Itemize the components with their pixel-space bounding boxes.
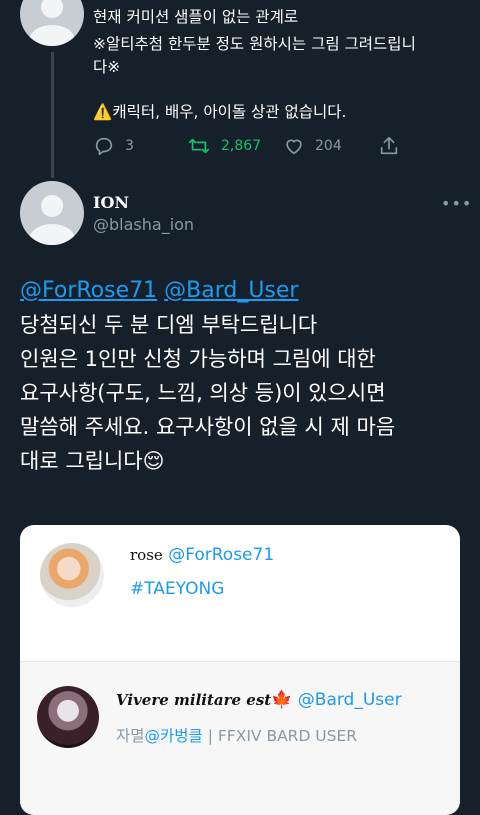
heart-icon (286, 139, 302, 155)
tweet-line-1: 당첨되신 두 분 디엠 부탁드립니다 (20, 313, 318, 337)
prev-tweet-line-1: 현재 커미션 샘플이 없는 관계로 (93, 8, 299, 26)
share-icon (380, 136, 398, 155)
share-button[interactable] (378, 135, 410, 157)
prev-tweet-line-2: ※알티추첨 한두분 정도 원하시는 그림 그려드립니 (93, 35, 416, 53)
user-preview-card: rose @ForRose71 #TAEYONG Vivere militare… (20, 525, 460, 815)
bard-avatar[interactable] (37, 686, 99, 748)
prev-tweet-warning: ⚠️캐릭터, 배우, 아이돌 상관 없습니다. (93, 101, 346, 124)
user-preview-rose[interactable]: rose @ForRose71 #TAEYONG (20, 525, 460, 661)
author-handle[interactable]: @blasha_ion (93, 215, 194, 234)
reply-button[interactable]: 3 (93, 135, 134, 157)
mention-bard-user[interactable]: @Bard_User (164, 278, 298, 303)
bard-bio-prefix: 자멸 (116, 727, 145, 745)
prev-tweet-line-3: 다※ (93, 58, 121, 76)
author-avatar[interactable] (20, 181, 84, 245)
like-button[interactable]: 204 (283, 135, 342, 157)
tweet-line-3: 요구사항(구도, 느낌, 의상 등)이 있으시면 (20, 381, 386, 405)
warning-text: 캐릭터, 배우, 아이돌 상관 없습니다. (112, 103, 347, 121)
reply-count: 3 (125, 138, 134, 154)
maple-leaf-icon: 🍁 (271, 690, 293, 710)
retweet-button[interactable]: 2,867 (187, 135, 261, 157)
rose-bio-hashtag[interactable]: #TAEYONG (130, 579, 224, 599)
mention-forrose71[interactable]: @ForRose71 (20, 278, 157, 303)
relieved-emoji: 😌 (142, 449, 165, 473)
like-count: 204 (315, 138, 342, 154)
retweet-icon (188, 138, 210, 154)
thread-line (51, 52, 54, 178)
tweet-line-2: 인원은 1인만 신청 가능하며 그림에 대한 (20, 347, 376, 371)
bard-display-name: Vivere militare est (116, 691, 272, 709)
bard-bio-rest: | FFXIV BARD USER (202, 727, 358, 745)
tweet-line-4: 말씀해 주세요. 요구사항이 없을 시 제 마음 (20, 415, 396, 439)
warning-icon: ⚠️ (93, 103, 113, 121)
retweet-count: 2,867 (221, 138, 262, 154)
rose-display-name: rose (130, 546, 163, 564)
tweet-line-5: 대로 그립니다 (20, 449, 143, 473)
tweet-body: @ForRose71 @Bard_User 당첨되신 두 분 디엠 부탁드립니다… (20, 274, 395, 478)
reply-icon (95, 137, 113, 156)
bard-handle[interactable]: @Bard_User (298, 690, 402, 710)
rose-handle[interactable]: @ForRose71 (168, 545, 274, 565)
prev-tweet-avatar[interactable] (20, 0, 84, 46)
user-preview-bard[interactable]: Vivere militare est🍁 @Bard_User 자멸@카벙클 |… (20, 662, 460, 815)
more-options-icon[interactable]: ••• (441, 194, 472, 213)
rose-avatar[interactable] (40, 543, 104, 607)
author-name[interactable]: ION (93, 193, 129, 212)
bard-bio-mention[interactable]: @카벙클 (145, 727, 203, 745)
